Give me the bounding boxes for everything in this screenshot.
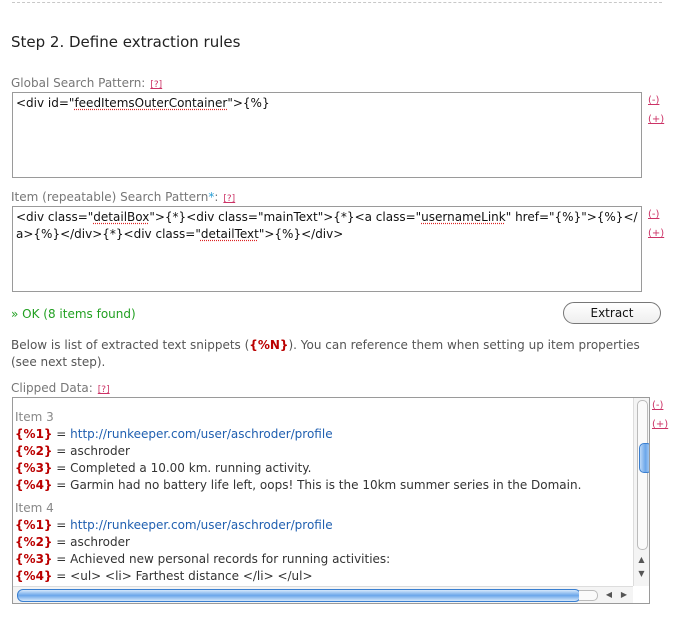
clipped-data-collapse-link[interactable]: (-) bbox=[652, 400, 663, 411]
field-key: {%2} bbox=[15, 444, 53, 458]
item-pattern-textarea[interactable]: <div class="detailBox">{*}<div class="ma… bbox=[12, 206, 642, 292]
field-value: aschroder bbox=[70, 535, 130, 549]
equals-sign: = bbox=[52, 569, 71, 583]
item-pattern-expand-link[interactable]: (+) bbox=[648, 228, 664, 239]
item-title: Item 3 bbox=[15, 410, 54, 424]
field-value: aschroder bbox=[70, 444, 130, 458]
equals-sign: = bbox=[52, 461, 71, 475]
clipped-data-help-link[interactable]: [?] bbox=[98, 385, 110, 395]
global-pattern-label-text: Global Search Pattern: bbox=[11, 76, 146, 90]
field-value: Achieved new personal records for runnin… bbox=[70, 552, 391, 566]
field-value: <ul> <li> Farthest distance </li> </ul> bbox=[70, 569, 313, 583]
global-pattern-textarea[interactable]: <div id="feedItemsOuterContainer">{%} bbox=[12, 92, 642, 178]
item-pattern-text-4: ">{%}</div> bbox=[258, 227, 344, 241]
global-pattern-help-link[interactable]: [?] bbox=[150, 80, 162, 90]
field-key: {%2} bbox=[15, 535, 53, 549]
field-row: {%2} = aschroder bbox=[15, 534, 631, 551]
item-pattern-help-link[interactable]: [?] bbox=[223, 194, 235, 204]
item-pattern-collapse-link[interactable]: (-) bbox=[648, 209, 659, 220]
top-divider bbox=[12, 2, 662, 3]
description-text: Below is list of extracted text snippets… bbox=[11, 337, 666, 371]
equals-sign: = bbox=[52, 535, 71, 549]
clipped-data-label: Clipped Data: [?] bbox=[11, 381, 110, 395]
horizontal-scroll-track[interactable] bbox=[579, 590, 598, 601]
field-row: {%3} = Achieved new personal records for… bbox=[15, 551, 631, 568]
equals-sign: = bbox=[52, 478, 71, 492]
clipped-data-list: Item 3 {%1} = http://runkeeper.com/user/a… bbox=[15, 398, 631, 585]
equals-sign: = bbox=[52, 518, 71, 532]
horizontal-scroll-thumb[interactable] bbox=[17, 589, 581, 602]
item-pattern-spellcheck-word-1: detailBox bbox=[93, 210, 150, 224]
step-title: Step 2. Define extraction rules bbox=[11, 33, 241, 51]
equals-sign: = bbox=[52, 427, 71, 441]
clipped-data-label-text: Clipped Data: bbox=[11, 381, 93, 395]
description-text-1: Below is list of extracted text snippets… bbox=[11, 338, 250, 352]
field-value: Garmin had no battery life left, oops! T… bbox=[70, 478, 582, 492]
vertical-scroll-track[interactable] bbox=[637, 400, 649, 550]
field-key: {%1} bbox=[15, 518, 53, 532]
status-message: » OK (8 items found) bbox=[11, 307, 136, 321]
global-pattern-collapse-link[interactable]: (-) bbox=[648, 95, 659, 106]
item-pattern-spellcheck-word-2: usernameLink bbox=[421, 210, 506, 224]
scroll-down-arrow-icon[interactable]: ▼ bbox=[634, 568, 649, 579]
field-value-link[interactable]: http://runkeeper.com/user/aschroder/prof… bbox=[70, 518, 332, 532]
equals-sign: = bbox=[52, 552, 71, 566]
field-key: {%3} bbox=[15, 552, 53, 566]
global-pattern-text-1: <div id=" bbox=[16, 96, 75, 110]
field-key: {%4} bbox=[15, 569, 53, 583]
scroll-left-arrow-icon[interactable]: ◀ bbox=[602, 587, 616, 603]
field-row: {%1} = http://runkeeper.com/user/aschrod… bbox=[15, 426, 631, 443]
item-pattern-text-1: <div class=" bbox=[16, 210, 94, 224]
vertical-scroll-thumb[interactable] bbox=[639, 443, 649, 473]
scroll-up-arrow-icon[interactable]: ▲ bbox=[634, 554, 649, 565]
field-key: {%4} bbox=[15, 478, 53, 492]
field-row: {%4} = Garmin had no battery life left, … bbox=[15, 477, 631, 494]
global-pattern-text-2: ">{%} bbox=[227, 96, 270, 110]
equals-sign: = bbox=[52, 444, 71, 458]
extract-button[interactable]: Extract bbox=[563, 302, 661, 324]
item-pattern-spellcheck-word-3: detailText bbox=[200, 227, 259, 241]
item-pattern-label-text: Item (repeatable) Search Pattern bbox=[11, 190, 209, 204]
field-value-link[interactable]: http://runkeeper.com/user/aschroder/prof… bbox=[70, 427, 332, 441]
item-title: Item 4 bbox=[15, 501, 54, 515]
clipped-data-expand-link[interactable]: (+) bbox=[652, 419, 668, 430]
field-key: {%3} bbox=[15, 461, 53, 475]
field-row: {%3} = Completed a 10.00 km. running act… bbox=[15, 460, 631, 477]
global-pattern-expand-link[interactable]: (+) bbox=[648, 114, 664, 125]
item-pattern-label: Item (repeatable) Search Pattern*: [?] bbox=[11, 190, 235, 204]
partial-row bbox=[15, 398, 631, 403]
field-row: {%4} = <ul> <li> Farthest distance </li>… bbox=[15, 568, 631, 585]
field-value: Completed a 10.00 km. running activity. bbox=[70, 461, 312, 475]
field-row: {%2} = aschroder bbox=[15, 443, 631, 460]
vertical-scrollbar[interactable]: ▲ ▼ bbox=[633, 398, 649, 586]
item-pattern-text-2: ">{*}<div class="mainText">{*}<a class=" bbox=[149, 210, 422, 224]
scroll-right-arrow-icon[interactable]: ▶ bbox=[617, 587, 631, 603]
clipped-data-panel[interactable]: Item 3 {%1} = http://runkeeper.com/user/a… bbox=[12, 397, 650, 604]
field-row: {%1} = http://runkeeper.com/user/aschrod… bbox=[15, 517, 631, 534]
field-key: {%1} bbox=[15, 427, 53, 441]
horizontal-scrollbar[interactable]: ◀ ▶ bbox=[13, 586, 633, 603]
global-pattern-spellcheck-word: feedItemsOuterContainer bbox=[74, 96, 228, 110]
item-pattern-label-colon: : bbox=[214, 190, 219, 204]
description-token: {%N} bbox=[249, 338, 289, 352]
global-pattern-label: Global Search Pattern: [?] bbox=[11, 76, 162, 90]
